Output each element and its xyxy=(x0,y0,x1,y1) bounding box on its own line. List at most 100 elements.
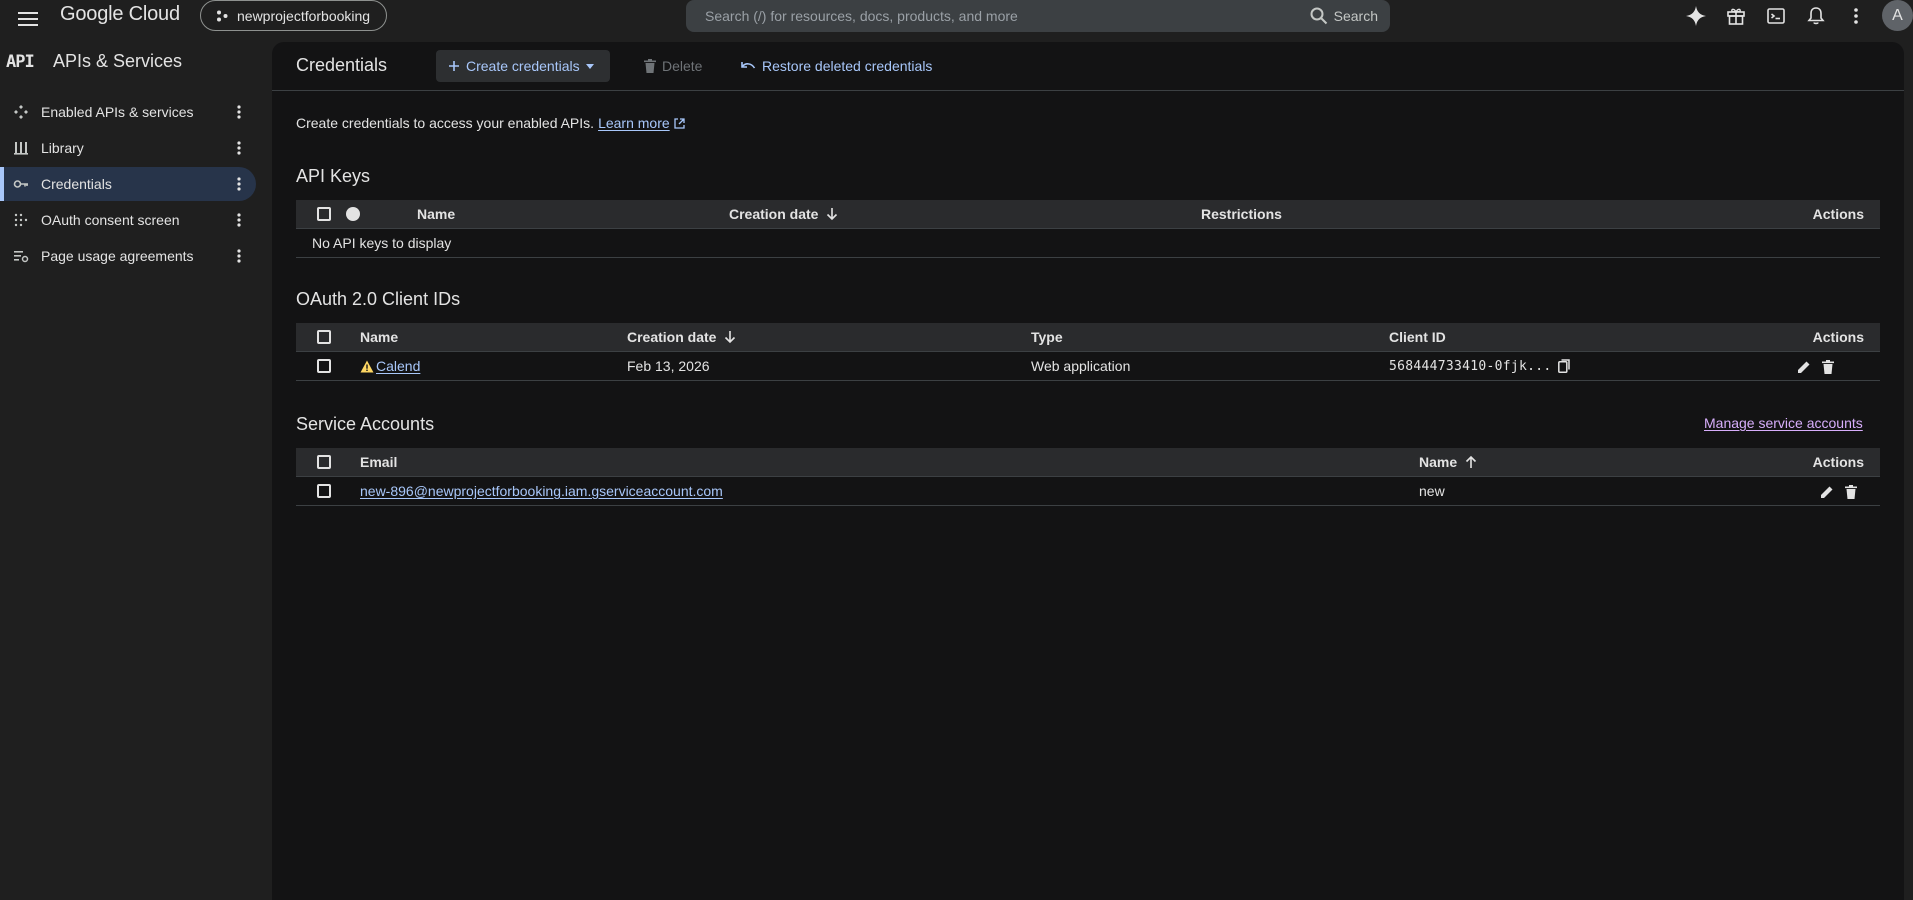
column-header-name[interactable]: Name xyxy=(1419,448,1477,476)
intro-description: Create credentials to access your enable… xyxy=(296,115,595,131)
delete-button[interactable]: Delete xyxy=(644,50,702,82)
project-picker[interactable]: newprojectforbooking xyxy=(200,0,388,31)
column-header-type[interactable]: Type xyxy=(1031,323,1063,351)
column-header-actions: Actions xyxy=(1812,206,1864,222)
oauth-clients-table: Name Creation date Type Client ID Action… xyxy=(296,323,1880,381)
notifications-bell-icon[interactable] xyxy=(1802,2,1830,30)
edit-pencil-icon[interactable] xyxy=(1818,483,1836,501)
manage-service-accounts-link[interactable]: Manage service accounts xyxy=(1704,415,1863,431)
more-vert-icon[interactable] xyxy=(230,136,248,160)
copy-icon[interactable] xyxy=(1557,359,1570,373)
restore-label: Restore deleted credentials xyxy=(762,58,933,74)
page-toolbar: Credentials Create credentials Delete Re… xyxy=(272,42,1904,91)
table-header: Name Creation date Restrictions Actions xyxy=(296,200,1880,229)
main-menu-icon[interactable] xyxy=(14,5,42,33)
sidebar: API APIs & Services Enabled APIs & servi… xyxy=(0,42,272,900)
create-credentials-button[interactable]: Create credentials xyxy=(436,50,610,82)
service-accounts-table: Email Name Actions new-896@newprojectfor… xyxy=(296,448,1880,506)
service-account-email-link[interactable]: new-896@newprojectforbooking.iam.gservic… xyxy=(360,483,723,499)
page-title: Credentials xyxy=(296,55,388,75)
column-header-actions: Actions xyxy=(1812,454,1864,470)
column-header-email[interactable]: Email xyxy=(360,448,397,476)
client-name-link[interactable]: Calend xyxy=(376,358,420,374)
learn-more-link[interactable]: Learn more xyxy=(598,115,670,131)
column-label: Creation date xyxy=(729,206,819,222)
table-empty-row: No API keys to display xyxy=(296,229,1880,258)
dropdown-arrow-icon xyxy=(585,63,594,69)
search-button[interactable]: Search xyxy=(1310,7,1378,25)
client-id-value: 568444733410-0fjk... xyxy=(1389,358,1552,374)
delete-trash-icon[interactable] xyxy=(1819,358,1837,376)
select-all-checkbox[interactable] xyxy=(317,455,331,469)
api-logo: API xyxy=(6,52,35,72)
column-header-creation-date[interactable]: Creation date xyxy=(627,323,736,351)
table-header: Name Creation date Type Client ID Action… xyxy=(296,323,1880,352)
creation-date-cell: Feb 13, 2026 xyxy=(627,358,710,374)
column-header-client-id[interactable]: Client ID xyxy=(1389,323,1446,351)
intro-text: Create credentials to access your enable… xyxy=(296,115,685,131)
project-icon xyxy=(215,9,229,23)
arrow-down-icon xyxy=(826,207,838,221)
column-header-name[interactable]: Name xyxy=(360,323,398,351)
sidebar-item-library[interactable]: Library xyxy=(0,131,256,165)
table-row: new-896@newprojectforbooking.iam.gservic… xyxy=(296,477,1880,506)
delete-trash-icon[interactable] xyxy=(1842,483,1860,501)
select-all-checkbox[interactable] xyxy=(317,330,331,344)
column-header-name[interactable]: Name xyxy=(417,200,455,228)
delete-label: Delete xyxy=(662,58,703,74)
status-dot-icon xyxy=(346,207,360,221)
enabled-apis-icon xyxy=(12,103,30,121)
api-keys-table: Name Creation date Restrictions Actions … xyxy=(296,200,1880,258)
column-header-creation-date[interactable]: Creation date xyxy=(729,200,838,228)
column-header-restrictions: Restrictions xyxy=(1201,206,1282,222)
gift-icon[interactable] xyxy=(1722,2,1750,30)
warning-icon xyxy=(360,360,374,373)
trash-icon xyxy=(644,59,656,73)
name-cell: new xyxy=(1419,483,1445,499)
cloud-shell-terminal-icon[interactable] xyxy=(1762,2,1790,30)
row-checkbox[interactable] xyxy=(317,484,331,498)
top-bar: Google Cloud newprojectforbooking Search… xyxy=(0,0,1913,42)
sidebar-item-page-usage[interactable]: Page usage agreements xyxy=(0,239,256,273)
sidebar-title: APIs & Services xyxy=(53,51,183,71)
edit-pencil-icon[interactable] xyxy=(1795,358,1813,376)
sidebar-item-credentials[interactable]: Credentials xyxy=(0,167,256,201)
oauth-client-ids-title: OAuth 2.0 Client IDs xyxy=(296,289,461,309)
more-vert-icon[interactable] xyxy=(230,208,248,232)
type-cell: Web application xyxy=(1031,358,1131,374)
sidebar-item-label: Page usage agreements xyxy=(41,248,194,264)
google-cloud-logo[interactable]: Google Cloud xyxy=(60,3,180,26)
arrow-up-icon xyxy=(1465,455,1477,469)
row-checkbox[interactable] xyxy=(317,359,331,373)
service-accounts-title: Service Accounts xyxy=(296,414,435,434)
undo-icon xyxy=(740,60,756,72)
client-id-cell: 568444733410-0fjk... xyxy=(1389,352,1570,380)
restore-deleted-credentials-button[interactable]: Restore deleted credentials xyxy=(740,50,932,82)
more-vert-icon[interactable] xyxy=(1842,2,1870,30)
sidebar-item-label: OAuth consent screen xyxy=(41,212,180,228)
column-header-actions: Actions xyxy=(1812,329,1864,345)
key-icon xyxy=(12,175,30,193)
project-name: newprojectforbooking xyxy=(237,7,371,24)
email-cell: new-896@newprojectforbooking.iam.gservic… xyxy=(360,477,723,505)
more-vert-icon[interactable] xyxy=(230,100,248,124)
sidebar-item-label: Library xyxy=(41,140,84,156)
gemini-sparkle-icon[interactable] xyxy=(1682,2,1710,30)
sidebar-item-enabled-apis[interactable]: Enabled APIs & services xyxy=(0,95,256,129)
more-vert-icon[interactable] xyxy=(230,244,248,268)
oauth-consent-icon xyxy=(12,211,30,229)
library-icon xyxy=(12,139,30,157)
account-avatar[interactable]: A xyxy=(1882,0,1913,31)
plus-icon xyxy=(448,60,460,72)
more-vert-icon[interactable] xyxy=(230,172,248,196)
empty-message: No API keys to display xyxy=(312,235,452,251)
sidebar-item-oauth-consent[interactable]: OAuth consent screen xyxy=(0,203,256,237)
search-icon xyxy=(1310,7,1328,25)
search-bar: Search xyxy=(686,0,1390,32)
table-header: Email Name Actions xyxy=(296,448,1880,477)
select-all-checkbox[interactable] xyxy=(317,207,331,221)
column-label: Creation date xyxy=(627,329,717,345)
search-input[interactable] xyxy=(705,8,1310,24)
sidebar-item-label: Credentials xyxy=(41,176,112,192)
page-usage-icon xyxy=(12,247,30,265)
